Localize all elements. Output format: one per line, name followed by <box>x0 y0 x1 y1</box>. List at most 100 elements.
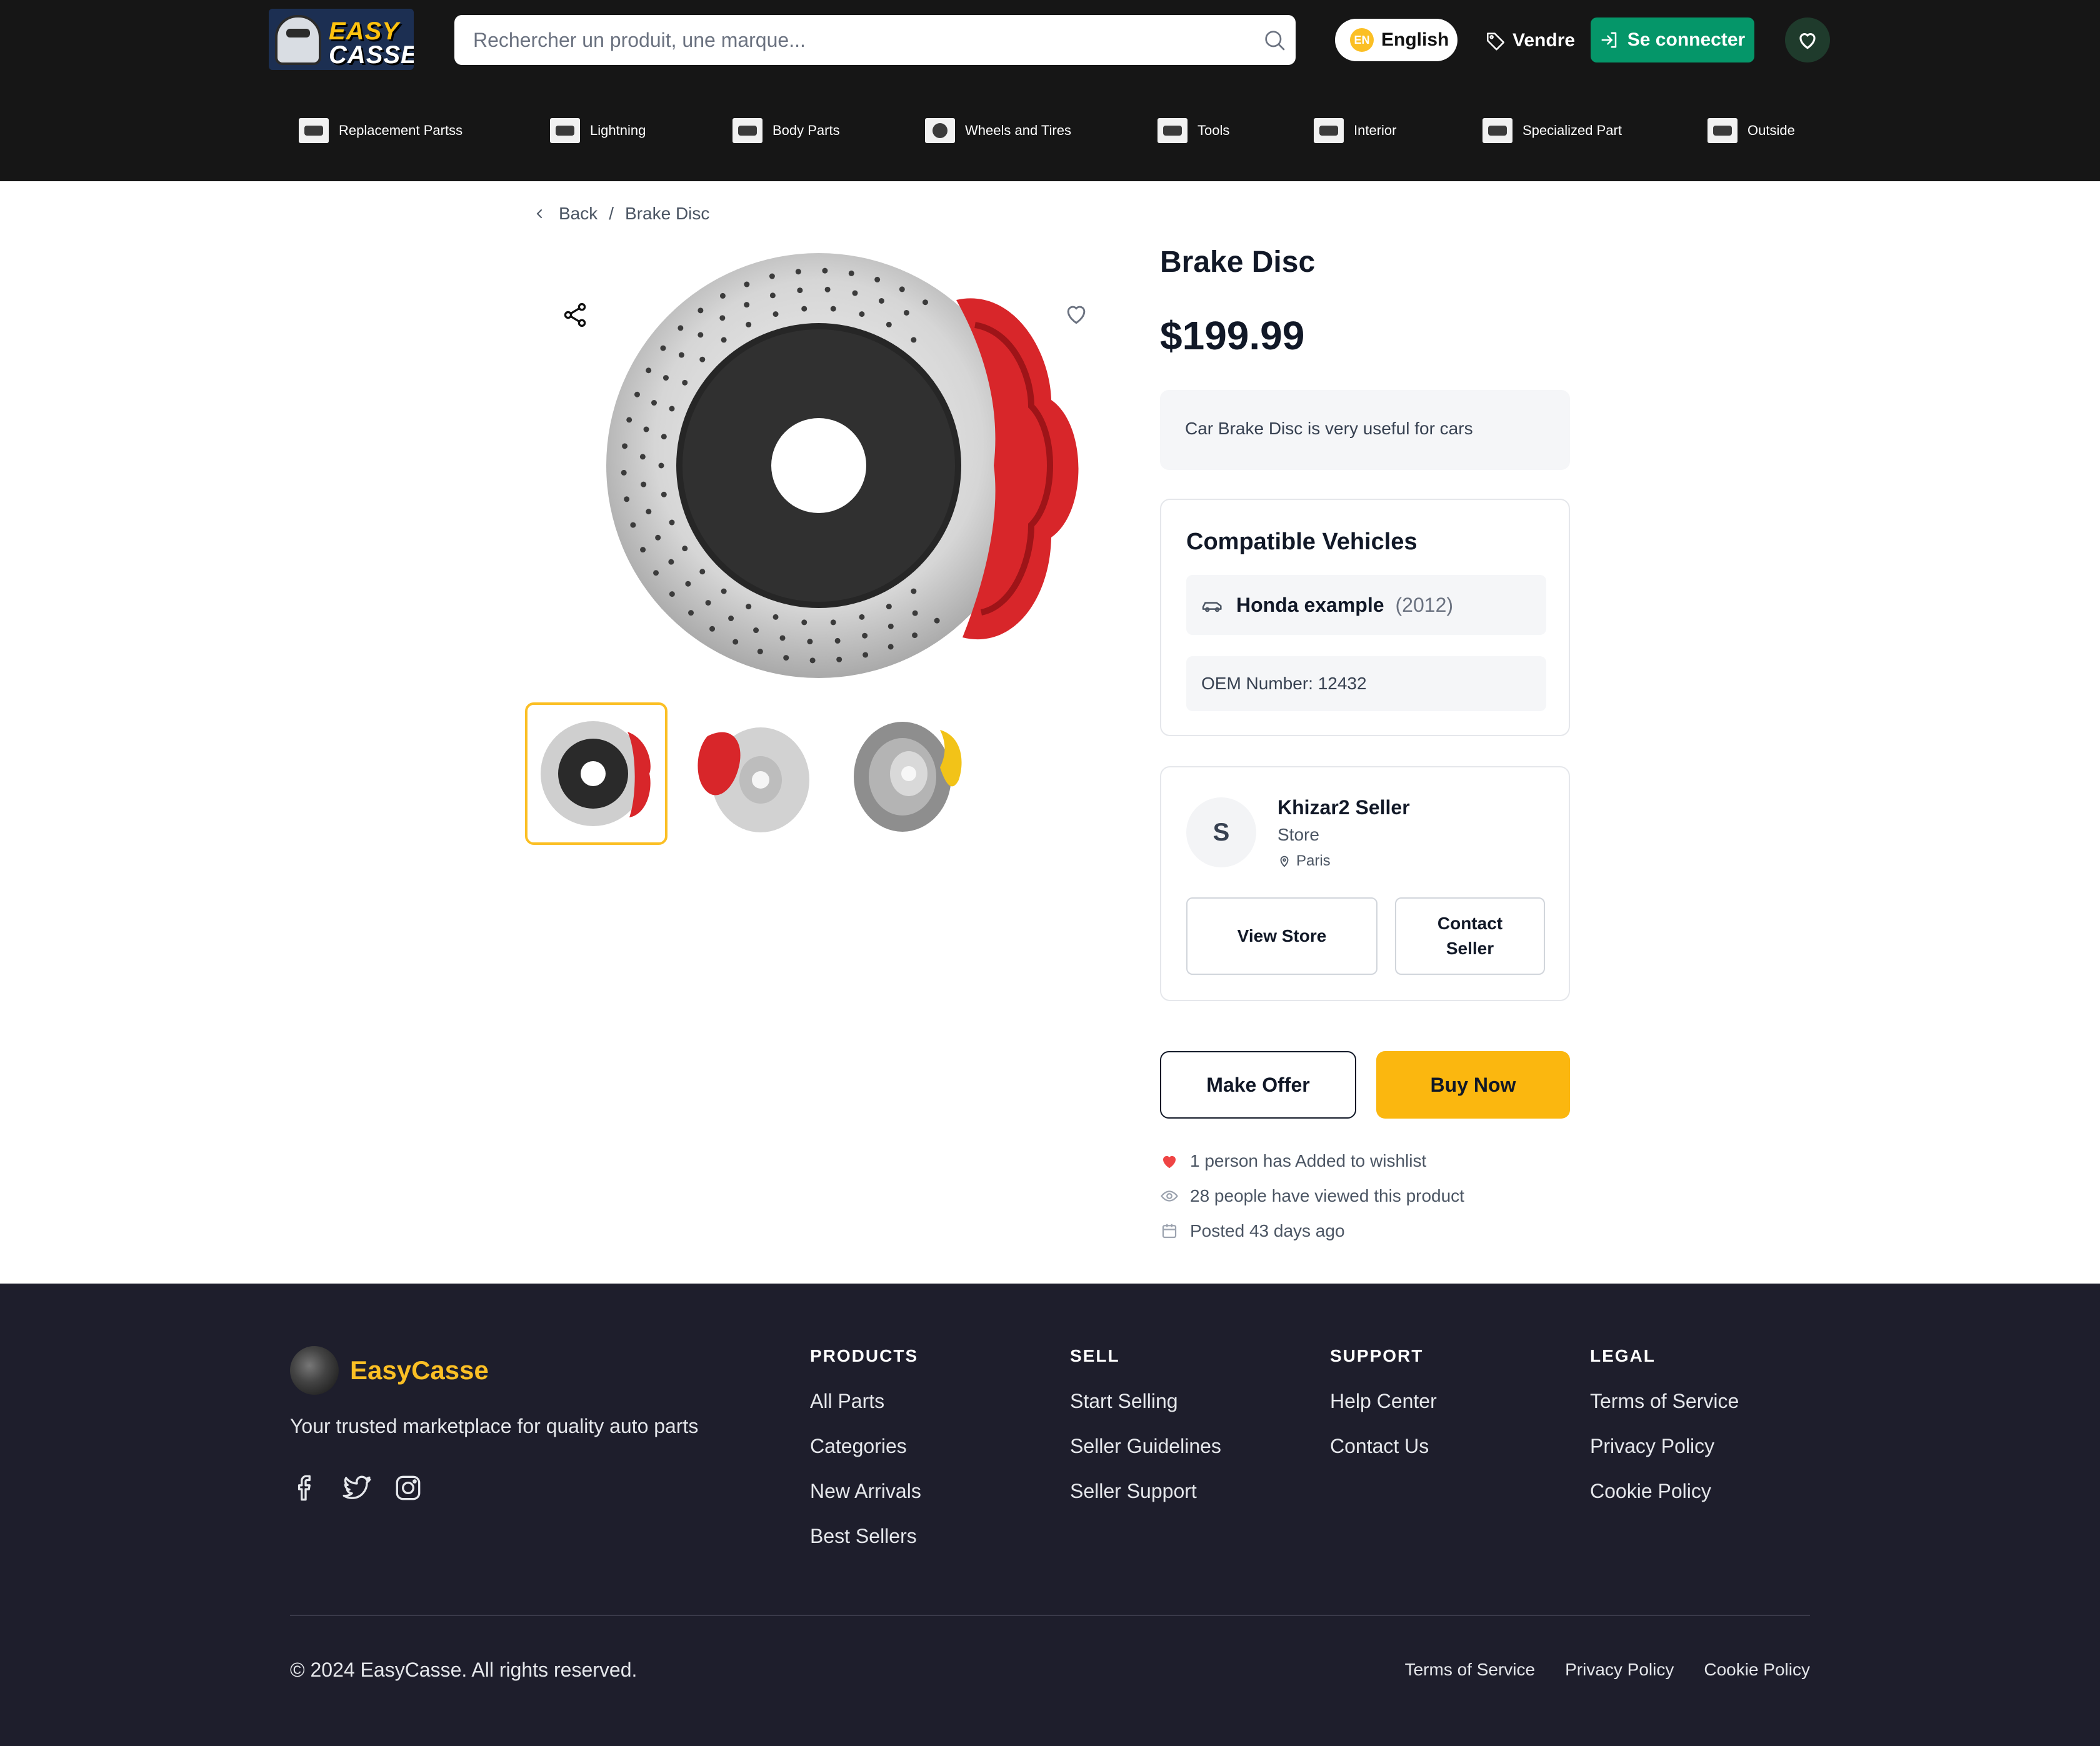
views-stat: 28 people have viewed this product <box>1160 1184 1464 1209</box>
footer-column-title: LEGAL <box>1590 1346 1656 1365</box>
disc-hole <box>655 534 661 541</box>
disc-hole <box>746 321 752 327</box>
disc-hole <box>639 454 646 460</box>
disc-hole <box>862 652 869 658</box>
car-body-icon <box>732 118 762 143</box>
engine-part-icon <box>299 118 329 143</box>
calendar-icon <box>1162 1224 1177 1239</box>
category-label: Interior <box>1354 122 1397 138</box>
footer-privacy-link[interactable]: Privacy Policy <box>1565 1660 1674 1680</box>
contact-seller-button[interactable]: Contact Seller <box>1395 897 1545 975</box>
disc-hole <box>862 632 868 639</box>
category-interior[interactable]: Interior <box>1314 116 1396 145</box>
search-input[interactable] <box>473 15 1248 65</box>
buy-now-button[interactable]: Buy Now <box>1376 1051 1570 1119</box>
disc-hole <box>661 491 667 497</box>
disc-hole <box>705 600 711 606</box>
vehicle-row: Honda example (2012) <box>1186 575 1546 635</box>
site-logo[interactable]: EASY CASSE <box>269 9 414 70</box>
sell-link[interactable]: Vendre <box>1485 25 1575 56</box>
seller-name[interactable]: Khizar2 Seller <box>1278 796 1410 819</box>
instagram-icon[interactable] <box>392 1472 424 1504</box>
disc-hole <box>669 406 675 412</box>
oem-number: OEM Number: 12432 <box>1186 656 1546 711</box>
disc-hole <box>824 286 831 292</box>
footer-link[interactable]: Terms of Service <box>1590 1389 1739 1434</box>
category-wheels-tires[interactable]: Wheels and Tires <box>925 116 1071 145</box>
disc-hole <box>668 559 674 565</box>
make-offer-button[interactable]: Make Offer <box>1160 1051 1356 1119</box>
headlight-icon <box>550 118 580 143</box>
search-icon[interactable] <box>1262 27 1287 52</box>
wishlist-button[interactable] <box>1785 17 1830 62</box>
category-replacement-parts[interactable]: Replacement Partss <box>299 116 462 145</box>
footer-cookie-link[interactable]: Cookie Policy <box>1704 1660 1810 1680</box>
top-header: EASY CASSE EN English Vendre Se connecte… <box>0 0 2100 181</box>
language-switcher[interactable]: EN English <box>1335 19 1458 61</box>
category-specialized-part[interactable]: Specialized Part <box>1482 116 1622 145</box>
seller-avatar: S <box>1186 797 1256 867</box>
disc-hole <box>922 299 928 306</box>
disc-hole <box>728 616 734 622</box>
thumbnail-1[interactable] <box>525 702 668 845</box>
social-links <box>290 1472 424 1504</box>
chevron-left-icon[interactable] <box>532 206 548 221</box>
category-body-parts[interactable]: Body Parts <box>732 116 840 145</box>
footer: EasyCasse Your trusted marketplace for q… <box>0 1284 2100 1746</box>
disc-hole <box>682 379 688 386</box>
disc-hole <box>859 311 865 317</box>
facebook-icon[interactable] <box>290 1472 321 1504</box>
breadcrumb-back-link[interactable]: Back <box>559 204 598 224</box>
footer-divider <box>290 1615 1810 1616</box>
twitter-icon[interactable] <box>341 1472 372 1504</box>
views-stat-text: 28 people have viewed this product <box>1190 1186 1464 1205</box>
car-exterior-icon <box>1708 118 1738 143</box>
disc-hole <box>744 281 750 287</box>
disc-hole <box>641 481 647 487</box>
compatible-vehicles-card: Compatible Vehicles Honda example (2012)… <box>1160 499 1570 736</box>
disc-hole <box>719 315 726 321</box>
search-bar <box>454 15 1296 65</box>
footer-brand[interactable]: EasyCasse <box>290 1345 489 1396</box>
footer-link[interactable]: Cookie Policy <box>1590 1479 1739 1524</box>
eye-icon <box>1161 1190 1178 1202</box>
footer-link[interactable]: Help Center <box>1330 1389 1437 1434</box>
view-store-button[interactable]: View Store <box>1186 897 1378 975</box>
footer-column-products: PRODUCTS All Parts Categories New Arriva… <box>810 1346 921 1569</box>
login-button[interactable]: Se connecter <box>1591 17 1754 62</box>
thumbnail-2[interactable] <box>680 702 822 845</box>
disc-hole <box>699 356 706 362</box>
footer-link[interactable]: All Parts <box>810 1389 921 1434</box>
category-outside[interactable]: Outside <box>1708 116 1795 145</box>
disc-hole <box>626 417 632 423</box>
disc-hole <box>744 302 750 308</box>
disc-hole <box>888 644 894 650</box>
disc-hole <box>886 321 892 327</box>
footer-link[interactable]: Best Sellers <box>810 1524 921 1569</box>
footer-link[interactable]: Start Selling <box>1070 1389 1221 1434</box>
footer-terms-link[interactable]: Terms of Service <box>1405 1660 1536 1680</box>
footer-link[interactable]: Categories <box>810 1434 921 1479</box>
compatible-vehicles-heading: Compatible Vehicles <box>1186 529 1418 555</box>
category-tools[interactable]: Tools <box>1158 116 1229 145</box>
disc-hole <box>622 443 628 449</box>
specialized-part-icon <box>1482 118 1512 143</box>
footer-link[interactable]: Contact Us <box>1330 1434 1437 1479</box>
add-to-favorites-icon[interactable] <box>1062 300 1090 327</box>
product-main-image[interactable] <box>538 250 1088 687</box>
thumbnail-3[interactable] <box>838 702 980 845</box>
footer-link[interactable]: Seller Guidelines <box>1070 1434 1221 1479</box>
disc-hole <box>809 657 816 664</box>
footer-link[interactable]: Privacy Policy <box>1590 1434 1739 1479</box>
product-price: $199.99 <box>1160 313 1305 358</box>
disc-hole <box>769 273 775 279</box>
footer-link[interactable]: New Arrivals <box>810 1479 921 1524</box>
footer-link[interactable]: Seller Support <box>1070 1479 1221 1524</box>
seller-location-text: Paris <box>1296 852 1331 869</box>
disc-hole <box>634 391 640 397</box>
disc-hole <box>886 604 892 610</box>
share-icon[interactable] <box>561 301 589 329</box>
disc-hole <box>698 307 704 314</box>
category-lightning[interactable]: Lightning <box>550 116 646 145</box>
footer-column-legal: LEGAL Terms of Service Privacy Policy Co… <box>1590 1346 1739 1524</box>
